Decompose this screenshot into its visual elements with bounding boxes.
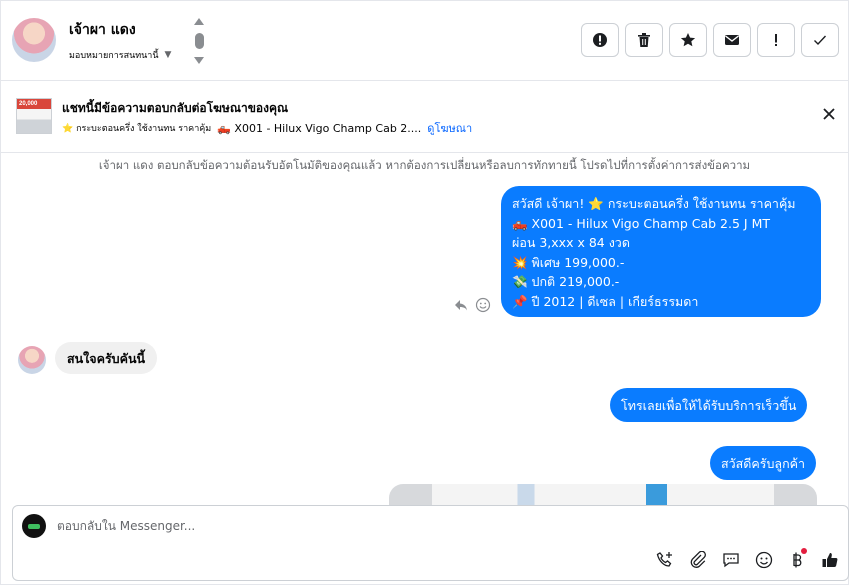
- ad-banner-title: แชทนี้มีข้อความตอบกลับต่อโฆษณาของคุณ: [62, 101, 289, 115]
- star-button[interactable]: [669, 23, 707, 57]
- message-line: 💥 พิเศษ 199,000.-: [512, 254, 625, 270]
- saved-replies-button[interactable]: [721, 550, 741, 570]
- ad-banner-description: ⭐ กระบะตอนครึ่ง ใช้งานทน ราคาคุ้ม 🛻 X001…: [62, 119, 472, 137]
- message-line: 📌 ปี 2012 | ดีเซล | เกียร์ธรรมดา: [512, 293, 699, 309]
- composer-tools: [655, 548, 840, 570]
- incoming-message[interactable]: สนใจครับคันนี้: [55, 342, 158, 374]
- chat-bubble-icon: [723, 553, 739, 568]
- mark-unread-button[interactable]: [713, 23, 751, 57]
- delete-button[interactable]: [625, 23, 663, 57]
- outgoing-message-ad-details[interactable]: สวัสดี เจ้าผา! ⭐ กระบะตอนครึ่ง ใช้งานทน …: [501, 186, 821, 317]
- payment-button[interactable]: [787, 548, 807, 570]
- thumbs-up-icon: [822, 553, 838, 567]
- system-note: เจ้าผา แดง ตอบกลับข้อความต้อนรับอัตโนมัต…: [98, 158, 751, 172]
- message-thread[interactable]: เจ้าผา แดง ตอบกลับข้อความต้อนรับอัตโนมัต…: [0, 154, 849, 505]
- reply-icon[interactable]: [453, 297, 469, 313]
- report-button[interactable]: [581, 23, 619, 57]
- contact-name[interactable]: เจ้าผา แดง: [69, 19, 136, 41]
- message-line: ผ่อน 3,xxx x 84 งวด: [512, 235, 630, 250]
- assign-label: มอบหมายการสนทนานี้: [69, 51, 159, 61]
- message-hover-tools: [453, 297, 491, 313]
- ad-thumbnail[interactable]: 20,000: [16, 98, 52, 134]
- report-icon: [593, 33, 607, 47]
- close-icon[interactable]: [821, 106, 837, 122]
- outgoing-message[interactable]: โทรเลยเพื่อให้ได้รับบริการเร็วขึ้น: [610, 388, 808, 422]
- outgoing-message[interactable]: สวัสดีครับลูกค้า: [710, 446, 817, 480]
- assign-conversation-dropdown[interactable]: มอบหมายการสนทนานี้ ▼: [69, 48, 171, 62]
- contact-avatar-small: [18, 346, 46, 374]
- ad-thumb-price: 20,000: [19, 101, 38, 107]
- header-actions: [581, 23, 839, 57]
- phone-plus-icon: [656, 552, 672, 567]
- scroll-handle[interactable]: [194, 33, 204, 49]
- star-icon: [680, 33, 696, 47]
- view-ad-link[interactable]: ดูโฆษณา: [427, 119, 472, 137]
- check-icon: [814, 35, 827, 46]
- call-button[interactable]: [655, 550, 675, 570]
- reply-composer: [12, 505, 849, 581]
- trash-icon: [638, 33, 650, 47]
- message-line: สวัสดี เจ้าผา! ⭐ กระบะตอนครึ่ง ใช้งานทน …: [512, 196, 796, 211]
- ad-desc-prefix: ⭐ กระบะตอนครึ่ง ใช้งานทน ราคาคุ้ม: [62, 124, 212, 134]
- mark-done-button[interactable]: [801, 23, 839, 57]
- like-button[interactable]: [820, 550, 840, 570]
- chevron-down-icon[interactable]: [194, 57, 204, 64]
- message-line: 🛻 X001 - Hilux Vigo Champ Cab 2.5 J MT: [512, 215, 770, 231]
- chevron-up-icon[interactable]: [194, 18, 204, 25]
- notification-dot: [801, 548, 807, 554]
- ad-desc-main: 🛻 X001 - Hilux Vigo Champ Cab 2....: [217, 121, 422, 135]
- image-attachment[interactable]: [389, 484, 817, 505]
- attach-button[interactable]: [688, 550, 708, 570]
- reaction-smiley-icon[interactable]: [475, 297, 491, 313]
- ad-reply-banner: 20,000 แชทนี้มีข้อความตอบกลับต่อโฆษณาของ…: [0, 82, 849, 153]
- reply-input[interactable]: [57, 519, 657, 533]
- conversation-scroll-control[interactable]: [192, 18, 206, 64]
- important-icon: [775, 34, 777, 46]
- mail-icon: [725, 35, 739, 45]
- caret-down-icon: ▼: [164, 50, 172, 60]
- conversation-header: เจ้าผา แดง มอบหมายการสนทนานี้ ▼: [0, 0, 849, 81]
- emoji-icon: [755, 551, 773, 569]
- emoji-button[interactable]: [754, 550, 774, 570]
- contact-avatar[interactable]: [12, 18, 56, 62]
- paperclip-icon: [690, 551, 706, 568]
- message-line: 💸 ปกติ 219,000.-: [512, 274, 620, 289]
- page-avatar: [22, 514, 46, 538]
- important-button[interactable]: [757, 23, 795, 57]
